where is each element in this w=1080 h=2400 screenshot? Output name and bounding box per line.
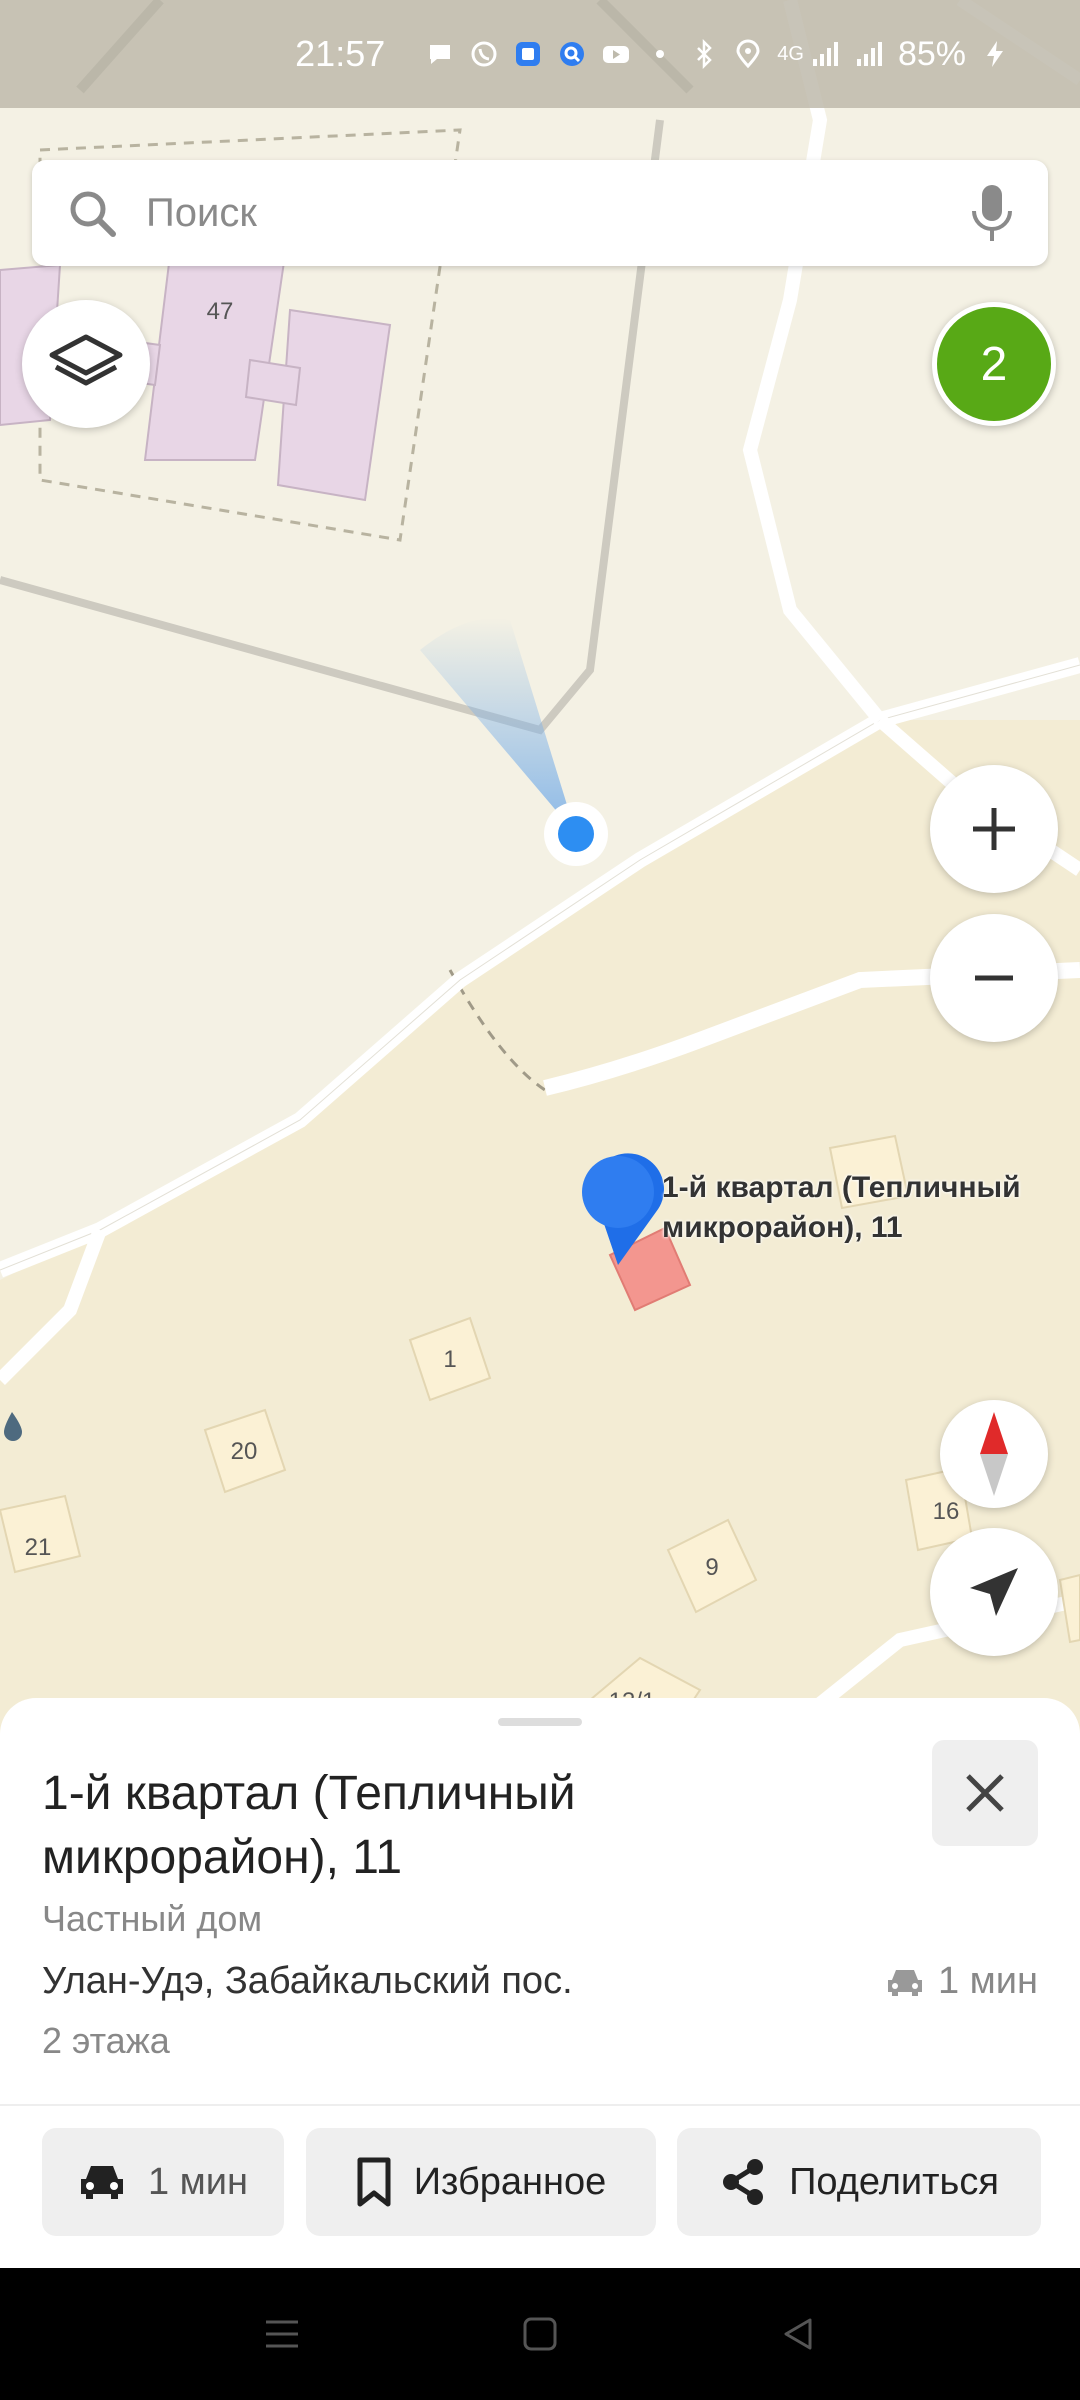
search-bar[interactable]: Поиск bbox=[32, 160, 1048, 266]
close-button[interactable] bbox=[932, 1740, 1038, 1846]
menu-icon[interactable] bbox=[262, 2314, 302, 2354]
layers-icon bbox=[49, 334, 123, 386]
status-time: 21:57 bbox=[295, 33, 386, 74]
place-card[interactable]: 1-й квартал (Тепличный микрорайон), 11 Ч… bbox=[0, 1698, 1080, 2268]
close-icon bbox=[966, 1774, 1004, 1812]
house-number: 20 bbox=[230, 1438, 258, 1465]
car-icon bbox=[887, 1969, 922, 1996]
location-icon bbox=[736, 39, 760, 69]
bookmark-icon bbox=[357, 2157, 391, 2207]
route-label: 1 мин bbox=[147, 2160, 249, 2203]
dot-icon bbox=[656, 50, 665, 58]
place-eta[interactable]: 1 мин bbox=[886, 1960, 1038, 2003]
notifications-badge[interactable]: 2 bbox=[932, 302, 1056, 426]
battery-percent: 85% bbox=[897, 34, 966, 73]
place-type: Частный дом bbox=[42, 1898, 263, 1939]
house-number: 9 bbox=[705, 1554, 719, 1581]
sheet-handle[interactable] bbox=[498, 1718, 582, 1726]
favorite-button[interactable]: Избранное bbox=[306, 2128, 656, 2236]
place-address: Улан-Удэ, Забайкальский пос. bbox=[42, 1960, 573, 2002]
house-number: 1 bbox=[443, 1346, 457, 1373]
eta-text: 1 мин bbox=[937, 1960, 1038, 2002]
search-app-icon bbox=[560, 42, 585, 66]
zoom-out-button[interactable] bbox=[930, 914, 1058, 1042]
home-icon[interactable] bbox=[520, 2314, 560, 2354]
zoom-in-button[interactable] bbox=[930, 765, 1058, 893]
navigation-arrow-icon bbox=[970, 1568, 1018, 1616]
house-number: 16 bbox=[932, 1498, 960, 1525]
plus-icon bbox=[973, 808, 1015, 850]
locate-button[interactable] bbox=[930, 1528, 1058, 1656]
battery-charging-icon bbox=[987, 41, 1003, 67]
compass-icon bbox=[980, 1412, 1008, 1496]
share-label: Поделиться bbox=[789, 2160, 999, 2203]
compass-button[interactable] bbox=[940, 1400, 1048, 1508]
network-type: 4G bbox=[777, 42, 804, 65]
search-input[interactable]: Поиск bbox=[146, 191, 970, 236]
system-nav-bar bbox=[0, 2268, 1080, 2400]
signal-icon bbox=[812, 42, 838, 66]
youtube-icon bbox=[603, 46, 630, 63]
favorite-label: Избранное bbox=[413, 2160, 607, 2203]
status-bar: 21:57 4G 85% bbox=[0, 0, 1080, 108]
car-icon bbox=[80, 2166, 123, 2199]
house-number: 47 bbox=[206, 298, 234, 325]
house-number: 21 bbox=[24, 1534, 52, 1561]
place-title: 1-й квартал (Тепличный микрорайон), 11 bbox=[42, 1767, 576, 1884]
back-icon[interactable] bbox=[778, 2314, 818, 2354]
app-icon bbox=[516, 42, 541, 66]
place-floors: 2 этажа bbox=[42, 2020, 170, 2061]
microphone-icon[interactable] bbox=[970, 183, 1014, 243]
viber-icon bbox=[471, 41, 497, 67]
minus-icon bbox=[975, 975, 1013, 981]
layers-button[interactable] bbox=[22, 300, 150, 428]
signal-icon bbox=[856, 42, 882, 66]
route-button[interactable]: 1 мин bbox=[42, 2128, 284, 2236]
pin-label[interactable]: 1-й квартал (Тепличный микрорайон), 11 bbox=[662, 1168, 1080, 1248]
divider bbox=[0, 2104, 1080, 2106]
bluetooth-icon bbox=[697, 39, 713, 69]
share-icon bbox=[723, 2159, 764, 2205]
search-icon bbox=[70, 191, 116, 237]
message-icon bbox=[430, 45, 451, 64]
share-button[interactable]: Поделиться bbox=[677, 2128, 1041, 2236]
